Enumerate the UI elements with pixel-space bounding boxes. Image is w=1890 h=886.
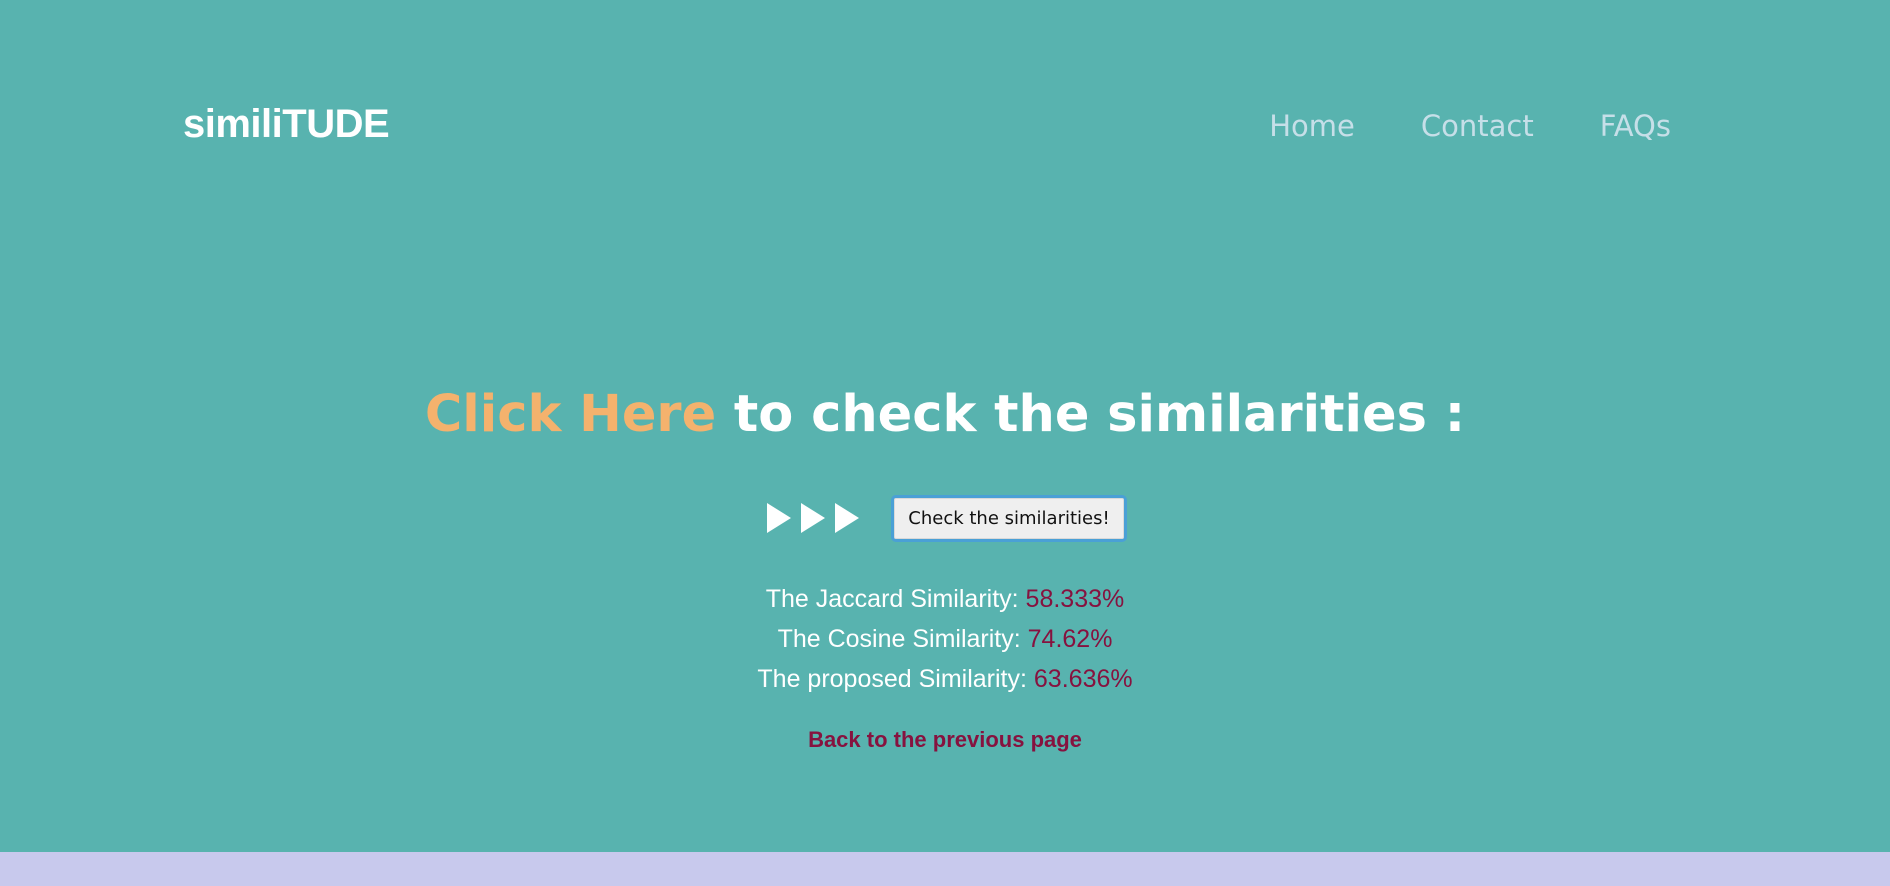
cosine-result: The Cosine Similarity: 74.62% xyxy=(0,619,1890,659)
check-similarities-button[interactable]: Check the similarities! xyxy=(891,494,1127,542)
hero-title-text: to check the similarities : xyxy=(716,385,1466,444)
nav-link-contact[interactable]: Contact xyxy=(1421,103,1534,149)
page: similiTUDE Home Contact FAQs Click Here … xyxy=(0,0,1890,886)
navbar: similiTUDE Home Contact FAQs xyxy=(0,0,1890,250)
result-label: The proposed Similarity: xyxy=(757,665,1034,693)
play-arrow-icon xyxy=(801,503,826,533)
back-link[interactable]: Back to the previous page xyxy=(0,727,1890,753)
play-arrow-icon xyxy=(835,503,860,533)
footer-strip xyxy=(0,852,1890,886)
result-value: 74.62% xyxy=(1027,625,1113,653)
brand-logo[interactable]: similiTUDE xyxy=(183,99,390,149)
jaccard-result: The Jaccard Similarity: 58.333% xyxy=(0,579,1890,619)
play-arrow-icon xyxy=(767,503,792,533)
hero-title: Click Here to check the similarities : xyxy=(0,382,1890,448)
proposed-result: The proposed Similarity: 63.636% xyxy=(0,659,1890,699)
nav-link-home[interactable]: Home xyxy=(1269,103,1355,149)
results: The Jaccard Similarity: 58.333% The Cosi… xyxy=(0,579,1890,699)
result-value: 63.636% xyxy=(1033,665,1133,693)
nav-link-faqs[interactable]: FAQs xyxy=(1600,103,1671,149)
arrow-icons xyxy=(763,501,861,535)
action-row: Check the similarities! xyxy=(0,492,1890,544)
result-value: 58.333% xyxy=(1025,585,1125,613)
nav-links: Home Contact FAQs xyxy=(1269,103,1671,149)
result-label: The Cosine Similarity: xyxy=(777,625,1028,653)
result-label: The Jaccard Similarity: xyxy=(765,585,1026,613)
click-here-link[interactable]: Click Here xyxy=(425,385,716,444)
